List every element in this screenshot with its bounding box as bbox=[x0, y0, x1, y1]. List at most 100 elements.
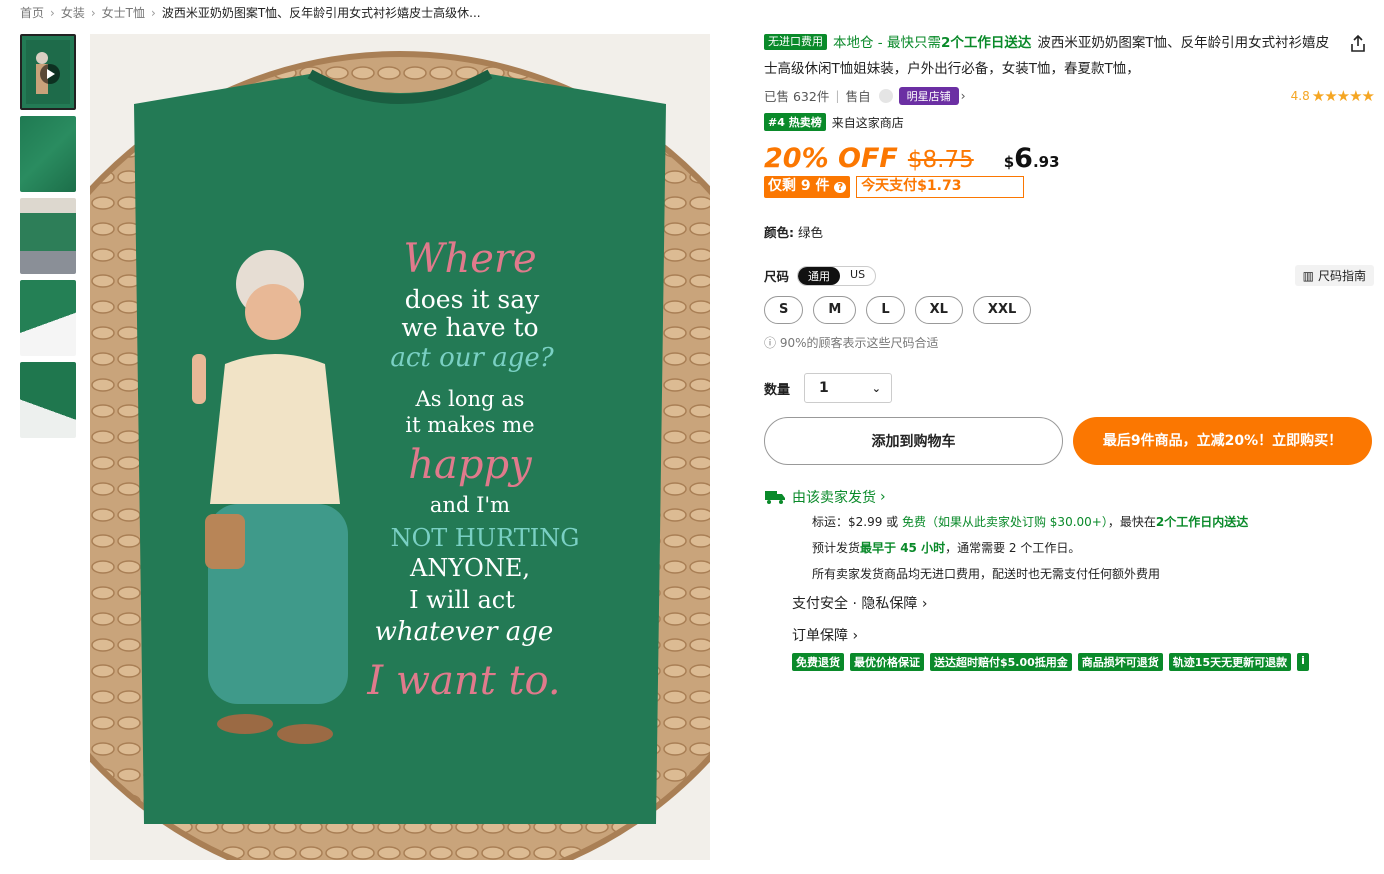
shirt-text-10: ANYONE, bbox=[409, 554, 530, 582]
order-protection-link[interactable]: 订单保障 › bbox=[792, 621, 1374, 651]
guarantee-badge[interactable]: i bbox=[1297, 653, 1309, 671]
shirt-text-2: does it say bbox=[405, 285, 540, 314]
truck-icon bbox=[765, 491, 785, 504]
sales-meta: 已售 632件 | 售自 明星店铺 › 4.8 ★★★★★ bbox=[764, 86, 1375, 105]
price-row: 20% OFF $8.75 $6.93 bbox=[764, 143, 1374, 174]
size-option-xxl[interactable]: XXL bbox=[972, 296, 1032, 324]
shirt-text-13: I want to. bbox=[366, 658, 560, 704]
shirt-text-8: and I'm bbox=[430, 493, 510, 517]
breadcrumb-home[interactable]: 首页 bbox=[20, 4, 44, 21]
size-guide-button[interactable]: ▥ 尺码指南 bbox=[1294, 265, 1374, 286]
rating-value: 4.8 bbox=[1290, 88, 1310, 103]
main-product-image[interactable]: Where does it say we have to act our age… bbox=[90, 34, 710, 860]
shirt-text-5: As long as bbox=[415, 387, 525, 411]
rank-row: #4 热卖榜 来自这家商店 bbox=[764, 113, 1374, 131]
no-import-fee-tag: 无进口费用 bbox=[764, 34, 827, 50]
action-buttons: 添加到购物车 最后9件商品，立减20%！立即购买！ bbox=[764, 417, 1374, 465]
add-to-cart-button[interactable]: 添加到购物车 bbox=[764, 417, 1063, 465]
chevron-right-icon: › bbox=[50, 5, 55, 20]
thumbnail-2[interactable] bbox=[20, 116, 76, 192]
thumbnail-3[interactable] bbox=[20, 198, 76, 274]
quantity-label: 数量 bbox=[764, 382, 791, 398]
pay-today-badge: 今天支付$1.73 bbox=[856, 176, 1025, 198]
shirt-text-7: happy bbox=[408, 442, 533, 488]
sold-by-label: 售自 bbox=[845, 89, 871, 104]
guarantee-badge[interactable]: 免费退货 bbox=[792, 653, 844, 671]
buy-now-button[interactable]: 最后9件商品，立减20%！立即购买！ bbox=[1073, 417, 1372, 465]
rank-badge[interactable]: #4 热卖榜 bbox=[764, 113, 826, 131]
tshirt-illustration: Where does it say we have to act our age… bbox=[90, 51, 710, 860]
color-row: 颜色: 绿色 bbox=[764, 222, 1374, 241]
quantity-select[interactable]: 1 ⌄ bbox=[804, 373, 893, 403]
color-label: 颜色: bbox=[764, 225, 794, 240]
share-icon[interactable] bbox=[1348, 34, 1368, 54]
play-icon[interactable] bbox=[40, 64, 60, 84]
fit-info: ⓘ 90%的顾客表示这些尺码合适 bbox=[764, 336, 939, 350]
discount-label: 20% OFF bbox=[764, 143, 898, 174]
size-option-l[interactable]: L bbox=[866, 296, 905, 324]
current-price: $6.93 bbox=[1003, 143, 1060, 174]
size-option-xl[interactable]: XL bbox=[914, 296, 963, 324]
size-system-us[interactable]: US bbox=[840, 267, 875, 285]
guarantee-badge[interactable]: 最优价格保证 bbox=[850, 653, 924, 671]
breadcrumb: 首页 › 女装 › 女士T恤 › 波西米亚奶奶图案T恤、反年龄引用女式衬衫嬉皮士… bbox=[20, 4, 481, 21]
privacy-link[interactable]: 支付安全 · 隐私保障 › bbox=[792, 587, 1374, 621]
shipping-section: 由该卖家发货 › 标运：$2.99 或 免费（如果从此卖家处订购 $30.00+… bbox=[764, 487, 1374, 671]
guarantee-badge[interactable]: 送达超时赔付$5.00抵用金 bbox=[930, 653, 1072, 671]
size-system-toggle: 通用 US bbox=[797, 265, 877, 286]
chevron-right-icon: › bbox=[921, 596, 928, 612]
size-option-s[interactable]: S bbox=[764, 296, 804, 324]
guarantee-badges: 免费退货 最优价格保证 送达超时赔付$5.00抵用金 商品损坏可退货 轨迹15天… bbox=[792, 653, 1352, 671]
price-badges: 仅剩 9 件 ? 今天支付$1.73 bbox=[764, 176, 1374, 198]
shirt-text-12: whatever age bbox=[375, 617, 554, 647]
seller-avatar[interactable] bbox=[878, 88, 893, 103]
chevron-right-icon: › bbox=[90, 5, 96, 20]
quantity-row: 数量 1 ⌄ bbox=[764, 373, 1374, 403]
star-store-badge[interactable]: 明星店铺 bbox=[898, 86, 959, 105]
shipping-line-1: 标运：$2.99 或 免费（如果从此卖家处订购 $30.00+），最快在2个工作… bbox=[812, 515, 1249, 529]
stock-left-badge[interactable]: 仅剩 9 件 ? bbox=[764, 176, 851, 198]
color-value: 绿色 bbox=[797, 225, 823, 240]
info-icon: ⓘ bbox=[764, 336, 777, 350]
thumbnail-5[interactable] bbox=[20, 362, 76, 438]
shipping-details: 标运：$2.99 或 免费（如果从此卖家处订购 $30.00+），最快在2个工作… bbox=[812, 509, 1374, 587]
sold-count: 已售 632件 bbox=[764, 89, 830, 104]
size-option-m[interactable]: M bbox=[813, 296, 857, 324]
thumbnail-video[interactable] bbox=[20, 34, 76, 110]
original-price: $8.75 bbox=[907, 147, 974, 173]
shirt-text-11: I will act bbox=[409, 586, 515, 614]
shipping-header[interactable]: 由该卖家发货 › bbox=[764, 487, 1374, 507]
rank-text: 来自这家商店 bbox=[831, 115, 904, 130]
thumbnail-list bbox=[20, 34, 78, 444]
shirt-text-9: NOT HURTING bbox=[391, 524, 580, 552]
shirt-text-6: it makes me bbox=[405, 413, 534, 437]
shipping-line-2: 预计发货最早于 45 小时，通常需要 2 个工作日。 bbox=[812, 541, 1081, 555]
size-system-universal[interactable]: 通用 bbox=[798, 266, 841, 285]
shipping-line-3: 所有卖家发货商品均无进口费用，配送时也无需支付任何额外费用 bbox=[812, 567, 1161, 581]
size-header: 尺码 通用 US ▥ 尺码指南 bbox=[764, 265, 1374, 286]
size-options: S M L XL XXL bbox=[764, 296, 1374, 324]
local-warehouse-text: 本地仓 - 最快只需2个工作日送达 bbox=[833, 35, 1032, 51]
chevron-right-icon[interactable]: › bbox=[961, 88, 966, 103]
guarantee-badge[interactable]: 轨迹15天无更新可退款 bbox=[1168, 653, 1292, 671]
chevron-down-icon: ⌄ bbox=[871, 381, 882, 395]
star-icon: ★★★★★ bbox=[1311, 86, 1375, 105]
product-title-block: 无进口费用 本地仓 - 最快只需2个工作日送达 波西米亚奶奶图案T恤、反年龄引用女式… bbox=[764, 30, 1374, 82]
breadcrumb-current: 波西米亚奶奶图案T恤、反年龄引用女式衬衫嬉皮士高级休... bbox=[161, 6, 481, 20]
product-info: 无进口费用 本地仓 - 最快只需2个工作日送达 波西米亚奶奶图案T恤、反年龄引用女式… bbox=[764, 30, 1375, 671]
chevron-right-icon: › bbox=[151, 5, 156, 20]
help-icon[interactable]: ? bbox=[834, 182, 847, 193]
shirt-text-3: we have to bbox=[401, 313, 538, 342]
shirt-text-1: Where bbox=[403, 236, 536, 282]
rating[interactable]: 4.8 ★★★★★ bbox=[1290, 86, 1375, 105]
shirt-text-4: act our age? bbox=[390, 343, 554, 373]
size-label: 尺码 bbox=[764, 269, 790, 284]
divider: | bbox=[835, 88, 840, 103]
breadcrumb-tshirts[interactable]: 女士T恤 bbox=[102, 4, 145, 21]
chevron-right-icon: › bbox=[880, 489, 886, 505]
thumbnail-4[interactable] bbox=[20, 280, 76, 356]
guarantee-badge[interactable]: 商品损坏可退货 bbox=[1077, 653, 1163, 671]
ruler-icon: ▥ bbox=[1302, 268, 1314, 283]
chevron-right-icon: › bbox=[852, 628, 859, 644]
breadcrumb-womens[interactable]: 女装 bbox=[61, 4, 85, 21]
